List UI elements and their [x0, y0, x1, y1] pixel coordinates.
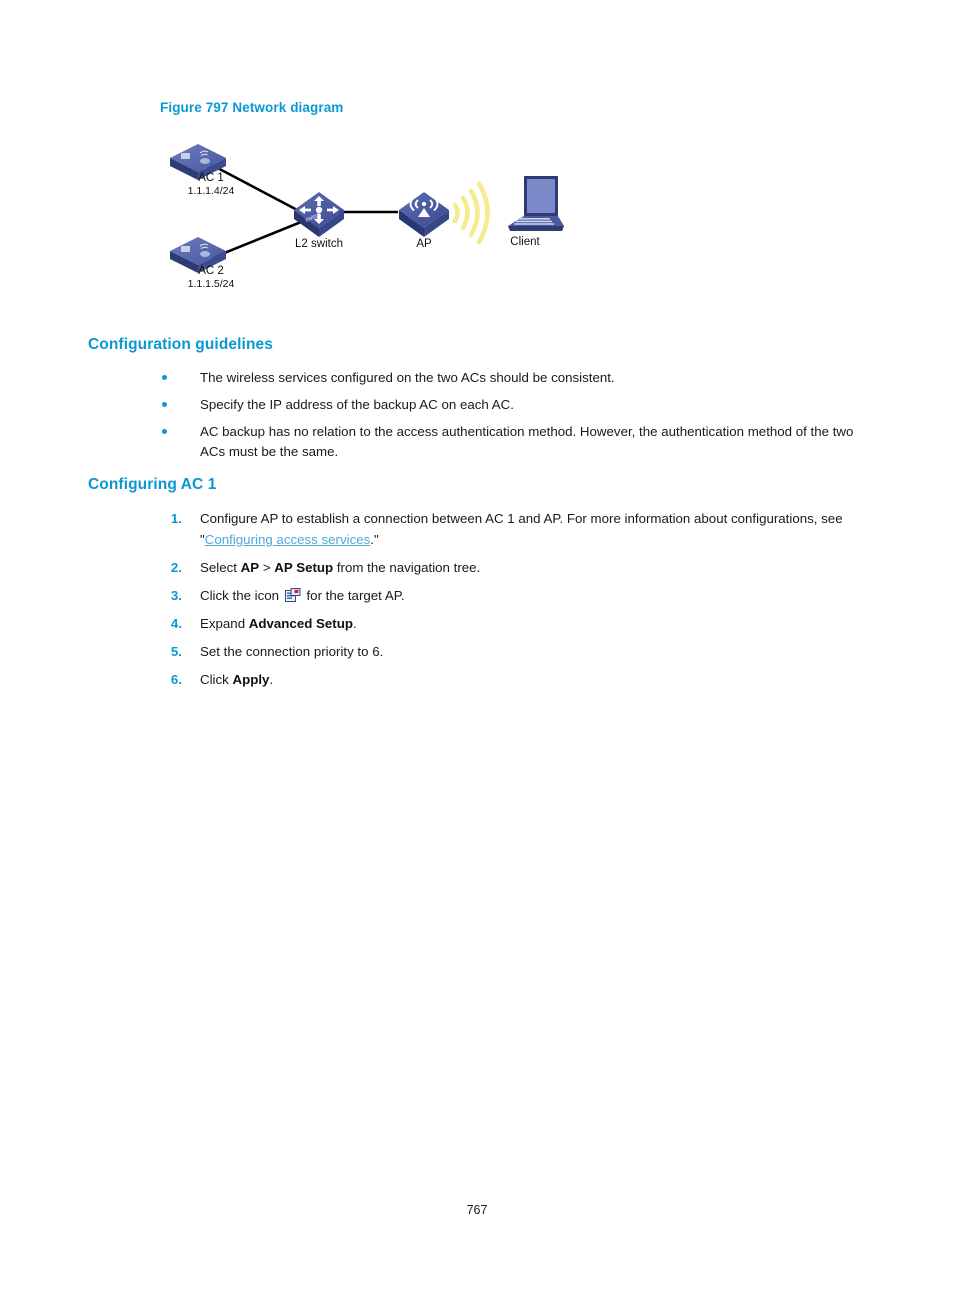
- bullet-dot-icon: [162, 429, 167, 434]
- step-text-tail: .: [352, 616, 357, 631]
- network-diagram: switch AC 1 1.1.1.4/24 AC 2 1.1.1.5/24 L…: [150, 128, 590, 313]
- step-text: Expand: [200, 616, 249, 631]
- label-ac2-name: AC 2: [198, 265, 224, 277]
- heading-configuring-ac1: Configuring AC 1: [88, 476, 217, 493]
- step-number: 2.: [170, 560, 182, 575]
- step-number: 4.: [170, 616, 182, 631]
- list-item: 3. Click the icon for the target AP.: [158, 585, 858, 606]
- label-ap: AP: [416, 238, 432, 250]
- list-item: 4. Expand Advanced Setup.: [158, 613, 858, 634]
- label-ac1-ip: 1.1.1.4/24: [187, 185, 235, 197]
- link-configuring-access-services[interactable]: Configuring access services: [205, 532, 371, 547]
- step-text-tail: for the target AP.: [302, 588, 405, 603]
- step-number: 3.: [170, 588, 182, 603]
- step-text: Select: [200, 560, 241, 575]
- label-switch: L2 switch: [295, 238, 343, 250]
- step-text-tail: .: [269, 672, 274, 687]
- guidelines-bullet-list: The wireless services configured on the …: [158, 368, 858, 469]
- menu-path-separator: >: [259, 560, 275, 575]
- client-laptop-icon: [508, 176, 564, 231]
- wifi-signal-icon: [452, 181, 490, 245]
- bullet-dot-icon: [162, 375, 167, 380]
- figure-caption: Figure 797 Network diagram: [160, 100, 344, 115]
- list-item: AC backup has no relation to the access …: [158, 422, 858, 462]
- heading-configuration-guidelines: Configuration guidelines: [88, 336, 273, 353]
- menu-path-ap-setup: AP Setup: [274, 560, 334, 575]
- label-ac1: AC 1 1.1.1.4/24: [166, 172, 256, 198]
- list-item: 6. Click Apply.: [158, 669, 858, 690]
- document-page: Figure 797 Network diagram switch AC 1 1…: [0, 0, 954, 1296]
- list-item: The wireless services configured on the …: [158, 368, 858, 388]
- list-item: 2. Select AP > AP Setup from the navigat…: [158, 557, 858, 578]
- list-item: 1. Configure AP to establish a connectio…: [158, 508, 858, 550]
- label-ac2: AC 2 1.1.1.5/24: [166, 265, 256, 291]
- label-client: Client: [510, 236, 540, 248]
- list-item: Specify the IP address of the backup AC …: [158, 395, 858, 415]
- step-text: Click: [200, 672, 233, 687]
- list-item-text: AC backup has no relation to the access …: [200, 424, 854, 459]
- step-text-tail: from the navigation tree.: [333, 560, 481, 575]
- step-text: Click the icon: [200, 588, 283, 603]
- step-number: 1.: [170, 511, 182, 526]
- menu-path-ap: AP: [240, 560, 260, 575]
- ui-label-apply: Apply: [232, 672, 270, 687]
- step-number: 5.: [170, 644, 182, 659]
- label-ac1-name: AC 1: [198, 172, 224, 184]
- step-text: Set the connection priority to 6.: [200, 644, 384, 659]
- page-number: 767: [466, 1203, 488, 1217]
- list-item-text: The wireless services configured on the …: [200, 370, 615, 385]
- step-text-tail: .": [370, 532, 379, 547]
- list-item: 5. Set the connection priority to 6.: [158, 641, 858, 662]
- ap-device-icon: [399, 192, 449, 237]
- step-number: 6.: [170, 672, 182, 687]
- configuring-ac1-step-list: 1. Configure AP to establish a connectio…: [158, 508, 858, 697]
- ui-label-advanced-setup: Advanced Setup: [248, 616, 353, 631]
- switch-device-icon: switch: [294, 192, 344, 237]
- list-item-text: Specify the IP address of the backup AC …: [200, 397, 514, 412]
- bullet-dot-icon: [162, 402, 167, 407]
- label-ac2-ip: 1.1.1.5/24: [187, 278, 235, 290]
- ap-setup-icon[interactable]: [284, 588, 301, 603]
